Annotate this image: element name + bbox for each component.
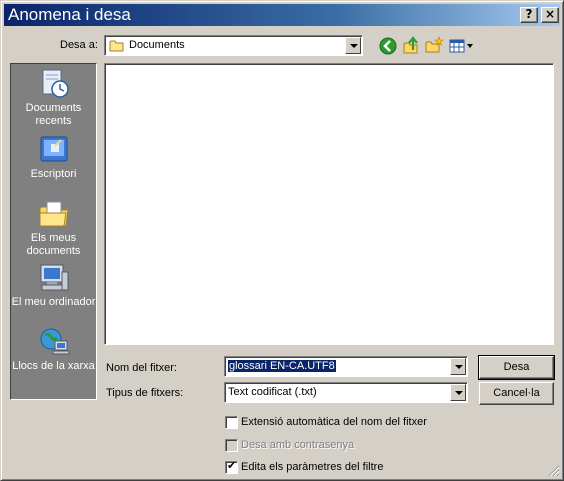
- filetype-select[interactable]: Text codificat (.txt): [224, 382, 468, 403]
- desktop-icon: [11, 134, 96, 166]
- title-bar[interactable]: Anomena i desa ? ×: [4, 4, 560, 26]
- filename-value: glossari EN-CA.UTF8: [228, 360, 336, 372]
- place-label: Llocs de la xarxa: [12, 360, 95, 372]
- place-label: Documents recents: [25, 102, 82, 127]
- place-label: Escriptori: [30, 168, 77, 180]
- place-desktop[interactable]: Escriptori: [11, 134, 96, 181]
- recent-documents-icon: [11, 68, 96, 100]
- help-icon: ?: [525, 7, 533, 21]
- save-as-dialog: Anomena i desa ? × Desa a: Documents Doc…: [0, 0, 564, 481]
- my-computer-icon: [11, 262, 96, 294]
- chevron-down-icon[interactable]: [450, 384, 466, 401]
- checkmark-icon: ✔: [227, 460, 237, 472]
- close-icon: ×: [544, 7, 556, 21]
- edit-filter-label: Edita els paràmetres del filtre: [241, 461, 384, 473]
- chevron-down-icon[interactable]: [345, 37, 361, 54]
- help-button[interactable]: ?: [520, 7, 538, 23]
- network-places-icon: [11, 326, 96, 358]
- places-bar: Documents recents Escriptori Els meus do…: [10, 63, 97, 400]
- new-folder-icon[interactable]: [424, 36, 444, 56]
- place-label: Els meus documents: [26, 232, 81, 257]
- my-documents-icon: [11, 198, 96, 230]
- save-with-password-checkbox: [225, 439, 238, 452]
- save-button[interactable]: Desa: [478, 355, 555, 380]
- filetype-value: Text codificat (.txt): [228, 386, 317, 398]
- chevron-down-icon[interactable]: [450, 358, 466, 375]
- save-in-label: Desa a:: [60, 39, 98, 51]
- filename-label: Nom del fitxer:: [106, 362, 177, 374]
- auto-extension-checkbox[interactable]: [225, 416, 238, 429]
- up-folder-icon[interactable]: [401, 36, 421, 56]
- file-list[interactable]: [104, 63, 554, 345]
- back-icon[interactable]: [378, 36, 398, 56]
- save-with-password-label: Desa amb contrasenya: [241, 439, 355, 451]
- auto-extension-label: Extensió automàtica del nom del fitxer: [241, 416, 427, 428]
- window-title: Anomena i desa: [8, 5, 131, 24]
- place-my-documents[interactable]: Els meus documents: [11, 198, 96, 258]
- edit-filter-checkbox[interactable]: ✔: [225, 460, 238, 474]
- cancel-button[interactable]: Cancel·la: [479, 382, 554, 405]
- place-recent-documents[interactable]: Documents recents: [11, 68, 96, 128]
- save-in-value: Documents: [129, 39, 185, 51]
- view-menu-icon[interactable]: [448, 36, 474, 56]
- filetype-label: Tipus de fitxers:: [106, 387, 184, 399]
- filename-input[interactable]: glossari EN-CA.UTF8: [224, 356, 468, 377]
- close-button[interactable]: ×: [541, 7, 559, 23]
- place-network[interactable]: Llocs de la xarxa: [11, 326, 96, 373]
- place-label: El meu ordinador: [11, 296, 96, 308]
- place-my-computer[interactable]: El meu ordinador: [11, 262, 96, 309]
- resize-grip-icon[interactable]: [548, 465, 560, 477]
- folder-icon: [109, 39, 125, 55]
- save-in-combo[interactable]: Documents: [104, 35, 363, 56]
